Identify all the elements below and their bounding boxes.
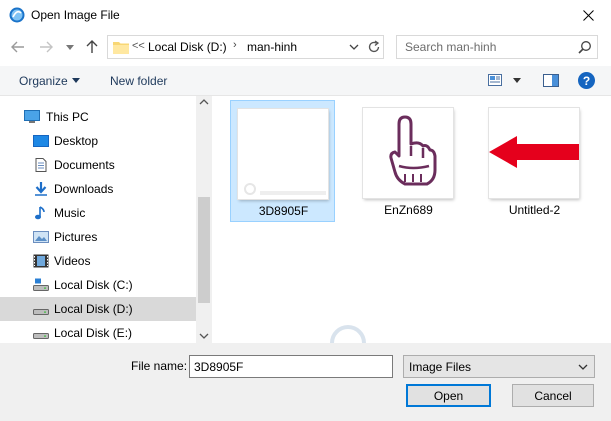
nav-item-this-pc[interactable]: This PC <box>0 105 196 129</box>
change-view-icon[interactable] <box>488 74 502 86</box>
nav-item-documents[interactable]: Documents <box>0 153 196 177</box>
downloads-icon <box>35 182 47 196</box>
file-thumbnail <box>363 108 453 198</box>
open-button[interactable]: Open <box>406 384 491 407</box>
help-icon[interactable]: ? <box>578 72 595 89</box>
file-thumbnail <box>489 108 579 198</box>
drive-c-icon <box>33 278 49 291</box>
arrow-up-icon <box>86 40 98 53</box>
command-toolbar: Organize New folder ? <box>0 66 611 96</box>
forward-button[interactable] <box>37 38 55 56</box>
file-item-3d8905f[interactable]: 3D8905F <box>230 100 335 222</box>
drive-icon <box>33 333 49 339</box>
cancel-button-label: Cancel <box>534 388 572 403</box>
music-icon <box>35 206 45 220</box>
scroll-up-icon[interactable] <box>199 98 209 106</box>
navigation-pane: This PC Desktop Documents Downloads Musi… <box>0 96 212 343</box>
chevron-down-icon[interactable] <box>347 42 361 52</box>
pictures-icon <box>33 231 49 243</box>
file-view: 3D8905F EnZn689 Untitled-2 <box>214 96 611 343</box>
file-name: Untitled-2 <box>508 203 561 217</box>
window-title: Open Image File <box>31 8 120 22</box>
red-arrow-icon <box>489 136 579 168</box>
file-name: 3D8905F <box>258 204 309 218</box>
search-input[interactable]: Search man-hinh <box>405 40 496 54</box>
computer-icon <box>24 110 40 123</box>
new-folder-button[interactable]: New folder <box>110 74 167 88</box>
refresh-icon[interactable] <box>367 40 381 54</box>
cancel-button[interactable]: Cancel <box>512 384 594 407</box>
desktop-icon <box>33 135 49 147</box>
close-icon <box>583 9 594 21</box>
address-overflow[interactable]: << <box>132 40 145 52</box>
chevron-right-icon[interactable]: › <box>233 39 237 51</box>
file-item-enzn689[interactable]: EnZn689 <box>356 100 461 222</box>
up-button[interactable] <box>83 38 101 56</box>
nav-item-videos[interactable]: Videos <box>0 249 196 273</box>
file-type-select[interactable]: Image Files <box>403 355 595 378</box>
scroll-thumb[interactable] <box>198 197 210 303</box>
scroll-down-icon[interactable] <box>199 332 209 340</box>
preview-pane-icon[interactable] <box>543 74 559 87</box>
nav-item-downloads[interactable]: Downloads <box>0 177 196 201</box>
open-button-label: Open <box>433 388 464 403</box>
nav-item-local-disk-e[interactable]: Local Disk (E:) <box>0 321 196 345</box>
file-name-input[interactable]: 3D8905F <box>189 355 393 378</box>
recent-locations-button[interactable] <box>61 38 79 56</box>
chevron-down-icon[interactable] <box>578 364 588 370</box>
file-type-value: Image Files <box>409 360 472 374</box>
back-button[interactable] <box>9 38 27 56</box>
organize-button[interactable]: Organize <box>19 74 68 88</box>
chevron-down-icon[interactable] <box>513 78 521 83</box>
file-name-label: File name: <box>131 359 188 373</box>
nav-item-desktop[interactable]: Desktop <box>0 129 196 153</box>
file-name: EnZn689 <box>384 203 433 217</box>
address-bar[interactable]: << Local Disk (D:) › man-hinh <box>107 35 384 59</box>
title-bar: Open Image File <box>0 0 611 30</box>
folder-icon <box>113 42 129 54</box>
address-segment-folder[interactable]: man-hinh <box>247 40 297 54</box>
nav-scrollbar[interactable] <box>196 96 212 343</box>
nav-item-music[interactable]: Music <box>0 201 196 225</box>
search-box[interactable]: Search man-hinh <box>396 35 598 59</box>
address-segment-drive[interactable]: Local Disk (D:) <box>148 40 227 54</box>
documents-icon <box>35 158 47 172</box>
app-icon <box>9 7 25 23</box>
file-item-untitled-2[interactable]: Untitled-2 <box>482 100 587 222</box>
arrow-right-icon <box>40 41 53 53</box>
videos-icon <box>33 254 49 268</box>
close-button[interactable] <box>566 0 611 30</box>
nav-item-pictures[interactable]: Pictures <box>0 225 196 249</box>
file-name-value[interactable]: 3D8905F <box>194 360 243 374</box>
nav-item-local-disk-d[interactable]: Local Disk (D:) <box>0 297 196 321</box>
chevron-down-icon[interactable] <box>72 78 80 83</box>
nav-item-local-disk-c[interactable]: Local Disk (C:) <box>0 273 196 297</box>
chevron-down-icon <box>66 44 74 50</box>
drive-icon <box>33 309 49 315</box>
pointing-hand-icon <box>389 115 437 186</box>
bottom-panel: File name: 3D8905F Image Files Open Canc… <box>0 343 611 421</box>
search-icon[interactable] <box>578 40 592 54</box>
watermark-logo <box>244 183 326 195</box>
file-thumbnail <box>238 109 328 199</box>
arrow-left-icon <box>11 41 24 53</box>
